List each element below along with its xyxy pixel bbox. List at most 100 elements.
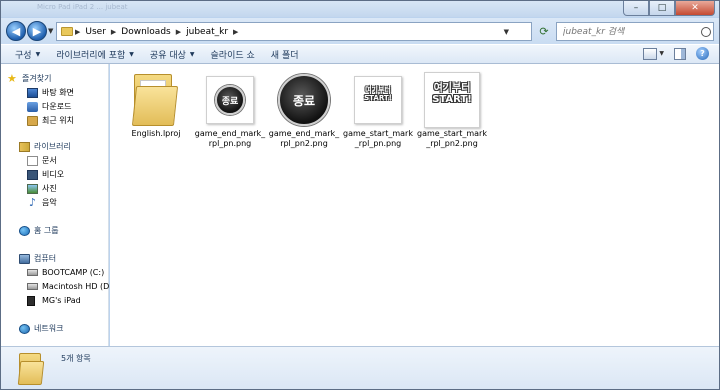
drive-icon — [27, 283, 38, 290]
nav-recent[interactable]: 최근 위치 — [27, 114, 74, 127]
nav-videos[interactable]: 비디오 — [27, 168, 64, 181]
nav-documents-label: 문서 — [42, 156, 57, 165]
nav-libraries[interactable]: 라이브러리 — [19, 140, 71, 153]
chevron-down-icon: ▼ — [35, 50, 41, 58]
include-in-library-button[interactable]: 라이브러리에 포함 ▼ — [48, 45, 142, 63]
refresh-icon: ⟳ — [539, 25, 549, 38]
file-name: game_end_mark_rpl_pn.png — [194, 129, 266, 148]
documents-icon — [27, 155, 38, 166]
nav-favorites-label: 즐겨찾기 — [22, 74, 52, 83]
search-input[interactable] — [557, 26, 697, 37]
title-bar[interactable]: Micro Pad iPad 2 ... jubeat – □ ✕ — [1, 1, 719, 17]
address-dropdown-icon[interactable]: ▼ — [504, 28, 509, 36]
nav-pictures[interactable]: 사진 — [27, 182, 57, 195]
folder-thumbnail — [126, 70, 186, 128]
nav-downloads[interactable]: 다운로드 — [27, 100, 71, 113]
refresh-button[interactable]: ⟳ — [536, 22, 552, 41]
file-name: game_end_mark_rpl_pn2.png — [268, 129, 340, 148]
nav-videos-label: 비디오 — [42, 170, 65, 179]
file-item[interactable]: English.lproj — [120, 70, 192, 139]
search-icon[interactable] — [701, 26, 711, 37]
nav-ipad[interactable]: MG's iPad — [27, 294, 81, 307]
breadcrumb-arrow-icon[interactable]: ▶ — [231, 28, 240, 36]
start-mark-image: 여기부터 START! — [348, 86, 408, 102]
breadcrumb-arrow-icon[interactable]: ▶ — [109, 28, 118, 36]
image-thumbnail: 여기부터 START! — [348, 70, 408, 128]
nav-pictures-label: 사진 — [42, 184, 57, 193]
new-folder-label: 새 폴더 — [270, 50, 299, 61]
file-list[interactable]: English.lproj 종료 game_end_mark_rpl_pn.pn… — [110, 64, 719, 346]
end-mark-image: 종료 — [278, 74, 330, 126]
change-view-icon[interactable] — [643, 47, 658, 60]
folder-icon — [131, 74, 179, 126]
nav-favorites[interactable]: ★ 즐겨찾기 — [7, 72, 51, 85]
window-title: Micro Pad iPad 2 ... jubeat — [37, 3, 128, 11]
ipad-icon — [27, 295, 35, 306]
forward-arrow-icon: ▶ — [32, 24, 42, 38]
new-folder-button[interactable]: 새 폴더 — [263, 45, 307, 63]
back-button[interactable]: ◀ — [6, 21, 26, 41]
help-icon[interactable]: ? — [696, 47, 709, 60]
nav-computer[interactable]: 컴퓨터 — [19, 252, 56, 265]
breadcrumb-downloads[interactable]: Downloads — [118, 27, 173, 37]
computer-icon — [19, 253, 30, 264]
file-item[interactable]: 여기부터 START! game_start_mark_rpl_pn2.png — [416, 70, 488, 149]
file-name: English.lproj — [131, 129, 181, 138]
address-bar[interactable]: ▶ User ▶ Downloads ▶ jubeat_kr ▶ ▼ — [56, 22, 532, 41]
nav-homegroup-label: 홈 그룹 — [34, 226, 59, 235]
explorer-window: Micro Pad iPad 2 ... jubeat – □ ✕ ◀ ▶ ▼ … — [0, 0, 720, 390]
organize-button[interactable]: 구성 ▼ — [1, 45, 48, 63]
nav-libraries-label: 라이브러리 — [34, 142, 71, 151]
back-arrow-icon: ◀ — [11, 24, 21, 38]
nav-network-label: 네트워크 — [34, 324, 64, 333]
preview-pane-icon[interactable] — [674, 47, 686, 60]
file-item[interactable]: 종료 game_end_mark_rpl_pn2.png — [268, 70, 340, 149]
start-mark-line1: 여기부터 — [433, 83, 471, 94]
item-count: 5개 항목 — [61, 354, 91, 363]
search-box[interactable] — [556, 22, 714, 41]
address-row: ◀ ▶ ▼ ▶ User ▶ Downloads ▶ jubeat_kr ▶ ▼… — [1, 18, 719, 44]
include-in-library-label: 라이브러리에 포함 — [56, 50, 126, 61]
drive-icon — [27, 269, 38, 276]
nav-drive-c-label: BOOTCAMP (C:) — [42, 268, 105, 277]
details-pane: 5개 항목 — [1, 346, 719, 389]
videos-icon — [27, 169, 38, 180]
image-thumbnail: 여기부터 START! — [422, 70, 482, 128]
recent-places-icon — [27, 115, 38, 126]
share-with-label: 공유 대상 — [149, 50, 186, 61]
nav-music[interactable]: ♪ 음악 — [27, 196, 57, 209]
close-button[interactable]: ✕ — [675, 1, 715, 16]
file-item[interactable]: 여기부터 START! game_start_mark_rpl_pn.png — [342, 70, 414, 149]
breadcrumb-arrow-icon[interactable]: ▶ — [174, 28, 183, 36]
maximize-button[interactable]: □ — [649, 1, 675, 16]
history-dropdown-icon[interactable]: ▼ — [48, 27, 53, 35]
nav-drive-d-label: Macintosh HD (D:) — [42, 282, 116, 291]
nav-computer-label: 컴퓨터 — [34, 254, 57, 263]
file-name: game_start_mark_rpl_pn.png — [343, 129, 413, 148]
slide-show-button[interactable]: 슬라이드 쇼 — [203, 45, 263, 63]
toolbar-right: ▼ ? — [643, 47, 709, 60]
nav-drive-d[interactable]: Macintosh HD (D:) — [27, 280, 115, 293]
star-icon: ★ — [7, 71, 17, 85]
image-thumbnail: 종료 — [200, 70, 260, 128]
nav-network[interactable]: 네트워크 — [19, 322, 63, 335]
share-with-button[interactable]: 공유 대상 ▼ — [142, 45, 203, 63]
breadcrumb-jubeat-kr[interactable]: jubeat_kr — [183, 27, 231, 37]
end-mark-image: 종료 — [215, 85, 245, 115]
minimize-button[interactable]: – — [623, 1, 649, 16]
start-mark-line2: START! — [364, 93, 392, 102]
chevron-down-icon: ▼ — [189, 50, 195, 58]
window-controls: – □ ✕ — [623, 1, 715, 16]
file-item[interactable]: 종료 game_end_mark_rpl_pn.png — [194, 70, 266, 149]
navigation-pane: ★ 즐겨찾기 바탕 화면 다운로드 최근 위치 라이브러리 문서 비디오 사진 ♪… — [1, 64, 115, 346]
breadcrumb-user[interactable]: User — [82, 27, 109, 37]
nav-desktop[interactable]: 바탕 화면 — [27, 86, 74, 99]
breadcrumb-arrow-icon[interactable]: ▶ — [73, 28, 82, 36]
organize-label: 구성 — [15, 50, 32, 61]
slide-show-label: 슬라이드 쇼 — [210, 50, 255, 61]
view-dropdown-icon[interactable]: ▼ — [659, 50, 664, 57]
nav-documents[interactable]: 문서 — [27, 154, 57, 167]
nav-drive-c[interactable]: BOOTCAMP (C:) — [27, 266, 104, 279]
nav-homegroup[interactable]: 홈 그룹 — [19, 224, 59, 237]
forward-button[interactable]: ▶ — [27, 21, 47, 41]
